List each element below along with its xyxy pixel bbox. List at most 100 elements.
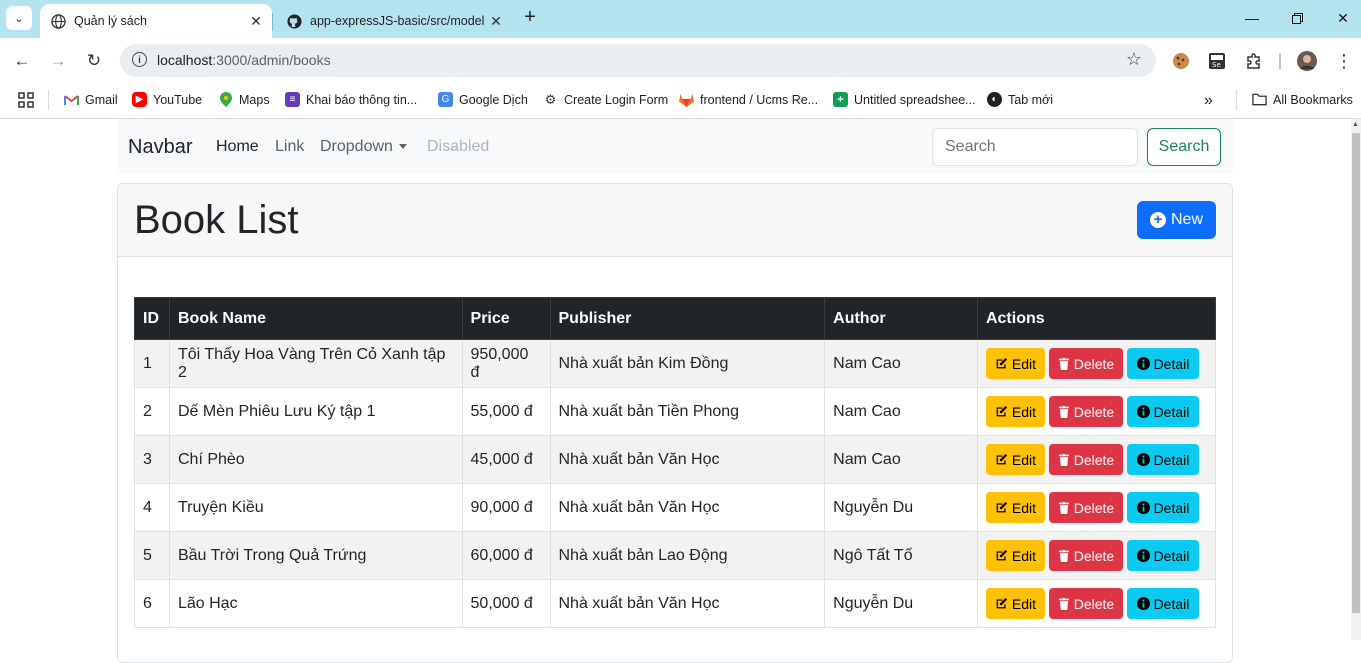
cell-id: 6 <box>134 579 170 628</box>
edit-button[interactable]: Edit <box>985 348 1045 379</box>
table-header: ID Book Name Price Publisher Author Actions <box>134 297 1217 340</box>
url-text[interactable]: localhost:3000/admin/books <box>157 52 331 68</box>
folder-icon <box>1252 92 1267 107</box>
cell-author: Nam Cao <box>824 435 978 484</box>
bookmark-gmail[interactable]: Gmail <box>64 92 118 107</box>
browser-tab-active[interactable]: Quản lý sách ✕ <box>40 4 272 38</box>
page-scrollbar[interactable]: ▲ <box>1351 119 1361 640</box>
trash-icon <box>1058 405 1070 418</box>
plus-circle-icon: + <box>1149 212 1166 228</box>
trash-icon <box>1058 357 1070 370</box>
bookmark-spreadsheet[interactable]: + Untitled spreadshee... <box>833 92 976 107</box>
trash-icon <box>1058 597 1070 610</box>
bookmark-star-icon[interactable]: ☆ <box>1126 49 1142 70</box>
detail-button[interactable]: Detail <box>1126 492 1199 523</box>
cell-actions: Edit Delete Detail <box>976 579 1217 628</box>
delete-button[interactable]: Delete <box>1048 396 1123 427</box>
scroll-up-icon[interactable]: ▲ <box>1352 121 1359 128</box>
delete-button[interactable]: Delete <box>1048 540 1123 571</box>
nav-link-link[interactable]: Link <box>275 138 304 156</box>
table-row: 5 Bầu Trời Trong Quả Trứng 60,000 đ Nhà xuấ… <box>134 531 1217 580</box>
info-icon <box>1136 357 1150 370</box>
back-icon[interactable]: ← <box>11 50 33 72</box>
apps-grid-icon[interactable] <box>18 92 34 108</box>
detail-button[interactable]: Detail <box>1126 444 1199 475</box>
close-tab-icon[interactable]: ✕ <box>486 13 506 30</box>
form-icon: ≡ <box>285 92 300 107</box>
column-header: Publisher <box>549 297 826 340</box>
nav-link-home[interactable]: Home <box>216 138 259 156</box>
translate-icon: G <box>438 92 453 107</box>
reload-icon[interactable]: ↻ <box>83 50 105 72</box>
youtube-icon: ▶ <box>132 92 147 107</box>
globe-icon <box>50 13 66 29</box>
delete-button[interactable]: Delete <box>1048 444 1123 475</box>
all-bookmarks[interactable]: All Bookmarks <box>1252 92 1353 107</box>
globe-icon: ◐ <box>987 92 1002 107</box>
gitlab-icon <box>679 92 694 107</box>
cell-actions: Edit Delete Detail <box>976 339 1217 388</box>
column-header: Author <box>824 297 978 340</box>
edit-button[interactable]: Edit <box>985 396 1045 427</box>
search-button[interactable]: Search <box>1147 128 1221 166</box>
bookmark-youtube[interactable]: ▶ YouTube <box>132 92 202 107</box>
close-window-icon[interactable]: ✕ <box>1320 0 1361 36</box>
search-input[interactable] <box>932 128 1138 166</box>
close-tab-icon[interactable]: ✕ <box>246 13 266 30</box>
restore-window-icon[interactable] <box>1274 0 1320 36</box>
edit-button[interactable]: Edit <box>985 492 1045 523</box>
new-tab-button[interactable]: + <box>518 6 542 30</box>
cell-price: 55,000 đ <box>461 387 551 436</box>
bookmark-khai-bao[interactable]: ≡ Khai báo thông tin... <box>285 92 417 107</box>
card-header: Book List + New <box>118 184 1232 257</box>
browser-tab-inactive[interactable]: app-expressJS-basic/src/model ✕ <box>276 4 512 38</box>
edit-icon <box>995 501 1008 514</box>
table-row: 4 Truyện Kiều 90,000 đ Nhà xuất bản Văn Học… <box>134 483 1217 532</box>
bookmark-tab-moi[interactable]: ◐ Tab mới <box>987 92 1053 107</box>
books-table: ID Book Name Price Publisher Author Actions 1… <box>134 297 1217 628</box>
selenium-extension-icon[interactable]: Se <box>1207 51 1227 71</box>
tab-title: app-expressJS-basic/src/model <box>310 14 485 28</box>
scrollbar-thumb[interactable] <box>1352 133 1360 613</box>
edit-button[interactable]: Edit <box>985 444 1045 475</box>
tab-search-button[interactable]: ⌄ <box>6 6 32 30</box>
address-bar[interactable]: i localhost:3000/admin/books ☆ <box>120 44 1156 77</box>
edit-button[interactable]: Edit <box>985 588 1045 619</box>
browser-tab-strip: ⌄ Quản lý sách ✕ app-expressJS-basic/src… <box>0 0 1361 38</box>
minimize-window-icon[interactable]: — <box>1229 0 1275 36</box>
detail-button[interactable]: Detail <box>1126 348 1199 379</box>
cell-book-name: Truyện Kiều <box>168 483 463 532</box>
info-icon <box>1136 405 1150 418</box>
navbar-brand[interactable]: Navbar <box>128 136 192 159</box>
cookie-extension-icon[interactable] <box>1171 51 1191 71</box>
profile-avatar[interactable] <box>1297 51 1317 71</box>
extensions-puzzle-icon[interactable] <box>1244 51 1264 71</box>
forward-icon[interactable]: → <box>47 50 69 72</box>
bookmark-create-login-form[interactable]: ⚙ Create Login Form <box>543 92 669 107</box>
delete-button[interactable]: Delete <box>1048 348 1123 379</box>
cell-actions: Edit Delete Detail <box>976 435 1217 484</box>
cell-author: Ngô Tất Tố <box>824 531 978 580</box>
detail-button[interactable]: Detail <box>1126 588 1199 619</box>
table-body: 1 Tôi Thấy Hoa Vàng Trên Cỏ Xanh tập 2 950… <box>134 339 1217 628</box>
tab-title: Quản lý sách <box>74 14 147 28</box>
delete-button[interactable]: Delete <box>1048 588 1123 619</box>
new-book-button[interactable]: + New <box>1137 201 1216 239</box>
bookmarks-divider <box>48 90 49 110</box>
nav-dropdown[interactable]: Dropdown <box>320 138 407 156</box>
cell-id: 1 <box>134 339 170 388</box>
cell-actions: Edit Delete Detail <box>976 387 1217 436</box>
cell-publisher: Nhà xuất bản Văn Học <box>549 483 826 532</box>
detail-button[interactable]: Detail <box>1126 396 1199 427</box>
cell-actions: Edit Delete Detail <box>976 483 1217 532</box>
bookmark-maps[interactable]: Maps <box>218 92 270 107</box>
cell-book-name: Dế Mèn Phiêu Lưu Ký tập 1 <box>168 387 463 436</box>
site-info-icon[interactable]: i <box>132 52 147 67</box>
more-menu-icon[interactable]: ⋮ <box>1334 51 1354 71</box>
bookmark-google-dich[interactable]: G Google Dịch <box>438 92 528 107</box>
edit-button[interactable]: Edit <box>985 540 1045 571</box>
bookmarks-overflow-icon[interactable]: » <box>1204 92 1213 110</box>
bookmark-frontend-ucms[interactable]: frontend / Ucms Re... <box>679 92 818 107</box>
detail-button[interactable]: Detail <box>1126 540 1199 571</box>
delete-button[interactable]: Delete <box>1048 492 1123 523</box>
